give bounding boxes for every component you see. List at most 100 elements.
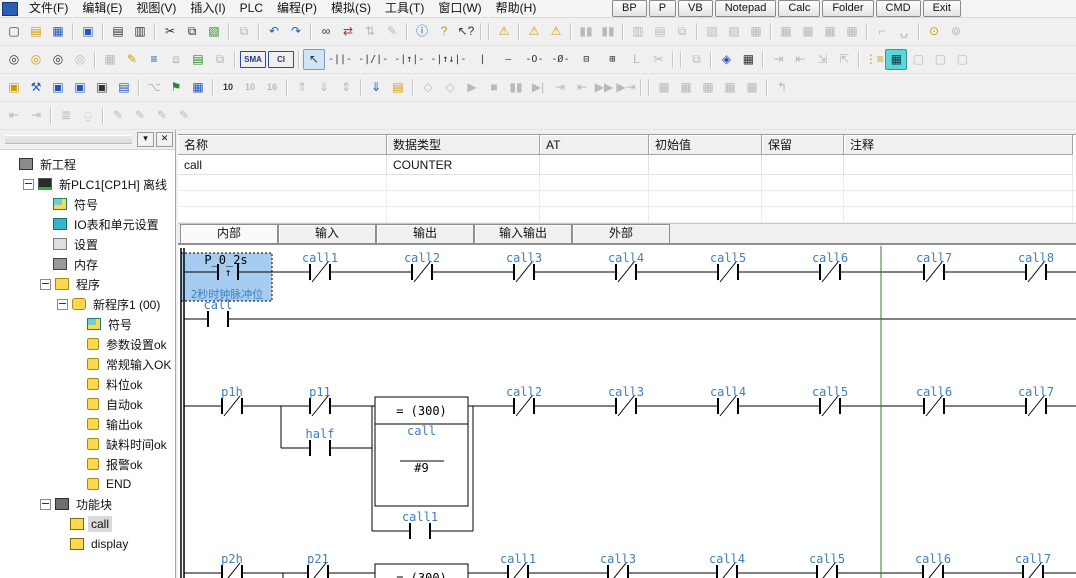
- workspace-dropdown-button[interactable]: ▾: [137, 132, 154, 147]
- tree-item-12[interactable]: 自动ok: [0, 394, 175, 414]
- tree-item-7[interactable]: 新程序1 (00): [0, 294, 175, 314]
- symbol-cell[interactable]: [540, 155, 649, 175]
- workspace-grip[interactable]: [5, 135, 132, 144]
- tree-expander[interactable]: [23, 179, 34, 190]
- undo-icon[interactable]: ↶: [263, 21, 285, 42]
- find-replace-icon[interactable]: ⇄: [337, 21, 359, 42]
- menu-item-4[interactable]: PLC: [233, 1, 270, 17]
- column-header-5[interactable]: 注释: [844, 135, 1073, 155]
- tab-1[interactable]: 输入: [278, 224, 376, 243]
- address-list-icon[interactable]: ≡: [143, 49, 165, 70]
- tree-item-17[interactable]: 功能块: [0, 494, 175, 514]
- column-header-3[interactable]: 初始值: [649, 135, 762, 155]
- program-flag-icon[interactable]: ⚑: [165, 77, 187, 98]
- tree-expander[interactable]: [57, 299, 68, 310]
- help-icon[interactable]: ?: [433, 21, 455, 42]
- new-instruction-2-icon[interactable]: ⊞: [599, 49, 625, 70]
- download-icon[interactable]: ⇓: [365, 77, 387, 98]
- contact-call7-nc[interactable]: call7: [916, 251, 952, 282]
- tree-item-15[interactable]: 报警ok: [0, 454, 175, 474]
- context-help-icon[interactable]: ↖?: [455, 21, 477, 42]
- contact-call3-nc[interactable]: call3: [600, 552, 636, 578]
- symbol-cell[interactable]: call: [178, 155, 387, 175]
- contact-call8-nc[interactable]: call8: [1018, 251, 1054, 282]
- symbol-cell[interactable]: [762, 155, 844, 175]
- print-icon[interactable]: ▤: [107, 21, 129, 42]
- tree-item-9[interactable]: 参数设置ok: [0, 334, 175, 354]
- contact-call5-nc[interactable]: call5: [710, 251, 746, 282]
- column-header-0[interactable]: 名称: [178, 135, 387, 155]
- paste-icon[interactable]: ▧: [203, 21, 225, 42]
- window-watch-icon[interactable]: ▣: [47, 77, 69, 98]
- vertical-line-icon[interactable]: |: [469, 49, 495, 70]
- tree-item-13[interactable]: 输出ok: [0, 414, 175, 434]
- symbol-cell[interactable]: [649, 155, 762, 175]
- print-preview-icon[interactable]: ▥: [129, 21, 151, 42]
- tab-3[interactable]: 输入输出: [474, 224, 572, 243]
- tree-item-3[interactable]: IO表和单元设置: [0, 214, 175, 234]
- tab-0[interactable]: 内部: [180, 224, 278, 243]
- contact-call4-nc[interactable]: call4: [709, 552, 745, 578]
- new-icon[interactable]: ▢: [3, 21, 25, 42]
- tree-item-16[interactable]: END: [0, 474, 175, 494]
- tree-item-5[interactable]: 内存: [0, 254, 175, 274]
- contact-call-no[interactable]: call: [204, 298, 233, 327]
- force-lock-icon[interactable]: ⊙: [923, 21, 945, 42]
- column-header-2[interactable]: AT: [540, 135, 649, 155]
- contact-call1-nc[interactable]: call1: [302, 251, 338, 282]
- contact-call4-nc[interactable]: call4: [710, 385, 746, 416]
- io-grid-icon[interactable]: ▦: [187, 77, 209, 98]
- contact-call7-nc[interactable]: call7: [1015, 552, 1051, 578]
- zoom-in-icon[interactable]: ◎: [47, 49, 69, 70]
- address-ref-tool-icon[interactable]: ⋮≡: [863, 49, 885, 70]
- tree-item-18[interactable]: call: [0, 514, 175, 534]
- open-icon[interactable]: ▤: [25, 21, 47, 42]
- menu-item-6[interactable]: 模拟(S): [324, 1, 378, 17]
- tree-item-14[interactable]: 缺料时间ok: [0, 434, 175, 454]
- zoom-highlight-icon[interactable]: ◎: [25, 49, 47, 70]
- save-icon[interactable]: ▦: [47, 21, 69, 42]
- menu-item-9[interactable]: 帮助(H): [489, 1, 544, 17]
- insert-rung-icon[interactable]: ▦: [737, 49, 759, 70]
- menu-item-5[interactable]: 编程(P): [270, 1, 324, 17]
- contact-call2-nc[interactable]: call2: [404, 251, 440, 282]
- rung-list-icon[interactable]: ▤: [187, 49, 209, 70]
- tree-item-1[interactable]: 新PLC1[CP1H] 离线: [0, 174, 175, 194]
- monitor-warn-icon[interactable]: ⚠: [545, 21, 567, 42]
- tree-item-6[interactable]: 程序: [0, 274, 175, 294]
- menu-item-3[interactable]: 插入(I): [183, 1, 232, 17]
- window-cross-ref-icon[interactable]: ▣: [69, 77, 91, 98]
- quick-button-notepad[interactable]: Notepad: [715, 0, 777, 17]
- contact-call4-nc[interactable]: call4: [608, 251, 644, 282]
- symbol-empty-row[interactable]: [178, 191, 1076, 207]
- new-instruction-icon[interactable]: ⊟: [573, 49, 599, 70]
- quick-button-cmd[interactable]: CMD: [876, 0, 921, 17]
- tree-expander[interactable]: [40, 279, 51, 290]
- compare-counter-box[interactable]: = (300)call#9: [375, 397, 468, 506]
- tree-item-11[interactable]: 料位ok: [0, 374, 175, 394]
- contact-p1h-nc[interactable]: p1h: [221, 385, 243, 416]
- select-cursor-icon[interactable]: ↖: [303, 49, 325, 70]
- tree-item-4[interactable]: 设置: [0, 234, 175, 254]
- contact-call6-nc[interactable]: call6: [915, 552, 951, 578]
- compare-counter-box-2[interactable]: = (300): [375, 564, 468, 578]
- zoom-icon[interactable]: ◎: [3, 49, 25, 70]
- contact-call6-nc[interactable]: call6: [812, 251, 848, 282]
- copy-icon[interactable]: ⧉: [181, 21, 203, 42]
- menu-item-2[interactable]: 视图(V): [129, 1, 183, 17]
- contact-p2h-nc[interactable]: p2h: [221, 552, 243, 578]
- window-properties-icon[interactable]: ▤: [113, 77, 135, 98]
- info-icon[interactable]: ⓘ: [411, 21, 433, 42]
- column-header-1[interactable]: 数据类型: [387, 135, 540, 155]
- symbol-empty-row[interactable]: [178, 207, 1076, 223]
- stack-view-icon[interactable]: ◈: [715, 49, 737, 70]
- new-coil-icon[interactable]: -O-: [521, 49, 547, 70]
- quick-button-p[interactable]: P: [649, 0, 676, 17]
- symbol-cell[interactable]: [844, 155, 1073, 175]
- menu-item-7[interactable]: 工具(T): [378, 1, 431, 17]
- redo-icon[interactable]: ↷: [285, 21, 307, 42]
- contact-call1-no[interactable]: call1: [402, 510, 438, 539]
- workspace-close-button[interactable]: ✕: [156, 132, 173, 147]
- sma-view-icon[interactable]: SMA: [240, 51, 266, 68]
- quick-button-exit[interactable]: Exit: [923, 0, 961, 17]
